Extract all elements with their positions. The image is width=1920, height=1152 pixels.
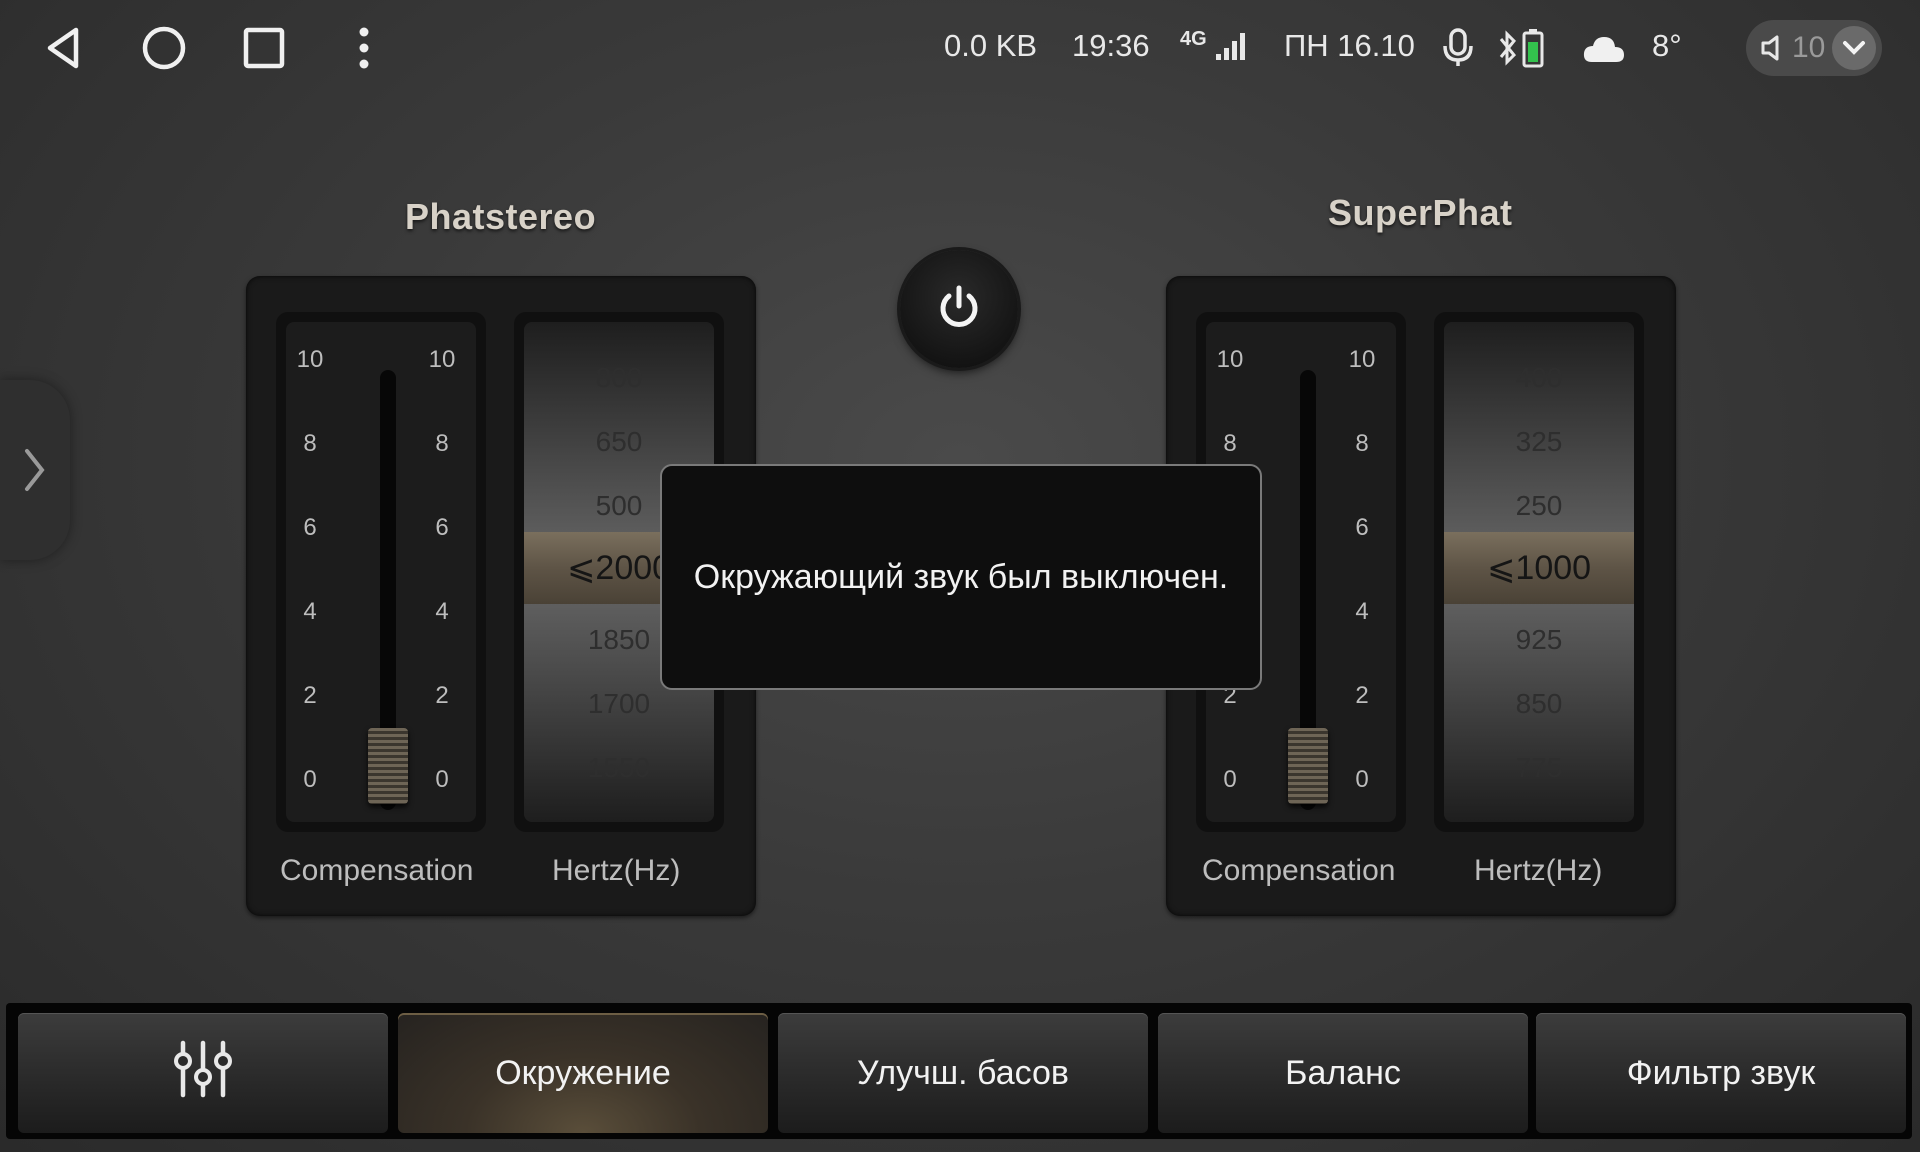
hz-option[interactable]: 1700 [524,688,714,720]
scale-label: 6 [303,514,317,541]
power-icon [934,282,984,337]
compensation-label: Compensation [1202,854,1396,887]
more-icon[interactable] [338,22,390,74]
compensation-label: Compensation [280,854,474,887]
hertz-label: Hertz(Hz) [552,854,681,887]
compensation-slider[interactable]: 10 8 6 4 2 0 10 8 6 4 2 0 [276,312,486,832]
status-bar: 0.0 KB 19:36 4G ПН 16.10 8° 10 [0,0,1920,96]
tab-bass-boost[interactable]: Улучш. басов [778,1013,1148,1133]
hz-option[interactable]: 775 [1444,752,1634,784]
clock: 19:36 [1072,28,1150,63]
scale-label: 2 [1355,682,1369,709]
battery-icon [1522,28,1544,73]
hz-selected[interactable]: ⩽1000 [1444,532,1634,604]
scale-label: 2 [435,682,449,709]
scale-label: 0 [1223,766,1237,793]
hz-option[interactable]: 650 [524,426,714,458]
hz-option[interactable]: 925 [1444,624,1634,656]
tab-sound-filter[interactable]: Фильтр звук [1536,1013,1906,1133]
scale-label: 10 [428,346,456,373]
temperature: 8° [1652,28,1682,63]
net-speed: 0.0 KB [944,28,1038,63]
scale-label: 8 [1223,430,1237,457]
scale-label: 8 [435,430,449,457]
scale-label: 2 [303,682,317,709]
tab-balance[interactable]: Баланс [1158,1013,1528,1133]
scale-label: 0 [303,766,317,793]
scale-label: 6 [1355,514,1369,541]
microphone-icon [1440,28,1476,73]
side-drawer-handle[interactable] [0,380,70,560]
chevron-down-icon[interactable] [1832,26,1876,70]
scale-label: 6 [435,514,449,541]
scale-label: 10 [1216,346,1244,373]
date: ПН 16.10 [1284,28,1415,63]
tab-surround[interactable]: Окружение [398,1013,768,1133]
scale-label: 0 [1355,766,1369,793]
scale-label: 8 [303,430,317,457]
hertz-label: Hertz(Hz) [1474,854,1603,887]
recents-icon[interactable] [238,22,290,74]
back-icon[interactable] [38,22,90,74]
scale-label: 4 [435,598,449,625]
chevron-right-icon [24,448,46,497]
hz-option[interactable]: 250 [1444,490,1634,522]
scale-label: 8 [1355,430,1369,457]
hz-option[interactable]: 1550 [524,752,714,784]
tab-equalizer[interactable] [18,1013,388,1133]
tab-bar: Окружение Улучш. басов Баланс Фильтр зву… [6,1003,1912,1139]
hz-option[interactable]: 850 [1444,688,1634,720]
equalizer-icon [171,1039,235,1108]
power-button[interactable] [900,250,1018,368]
speaker-icon [1760,34,1784,67]
slider-knob[interactable] [368,728,408,804]
home-icon[interactable] [138,22,190,74]
section-title-phatstereo: Phatstereo [405,196,597,237]
hz-option[interactable]: 400 [1444,362,1634,394]
scale-label: 4 [1355,598,1369,625]
slider-knob[interactable] [1288,728,1328,804]
hz-option[interactable]: 325 [1444,426,1634,458]
volume-control[interactable]: 10 [1746,20,1882,76]
volume-level: 10 [1792,31,1826,64]
scale-label: 10 [1348,346,1376,373]
hz-option[interactable]: 800 [524,362,714,394]
scale-label: 4 [303,598,317,625]
scale-label: 10 [296,346,324,373]
hertz-selector[interactable]: 400 325 250 ⩽1000 925 850 775 [1434,312,1644,832]
bluetooth-icon [1498,30,1518,71]
toast-message: Окружающий звук был выключен. [660,464,1262,690]
section-title-superphat: SuperPhat [1328,192,1513,233]
cloud-icon [1582,34,1626,69]
scale-label: 0 [435,766,449,793]
